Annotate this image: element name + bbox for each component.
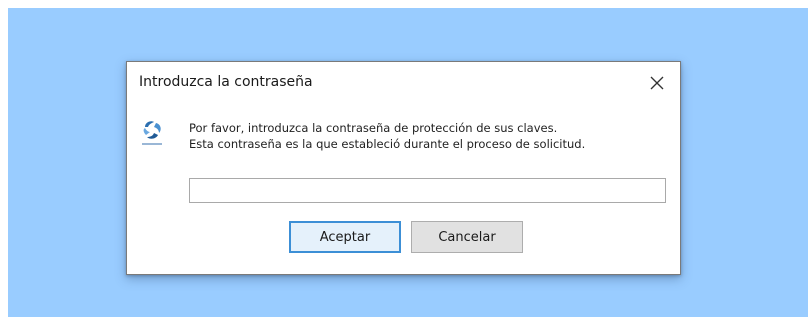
- close-button[interactable]: [642, 70, 672, 96]
- dialog-titlebar: Introduzca la contraseña: [127, 62, 680, 102]
- message-line: Esta contraseña es la que estableció dur…: [189, 137, 586, 151]
- password-input[interactable]: [189, 178, 666, 203]
- accept-button[interactable]: Aceptar: [289, 221, 401, 253]
- password-dialog: Introduzca la contraseña Por favor, intr…: [126, 61, 681, 275]
- dialog-message: Por favor, introduzca la contraseña de p…: [189, 120, 585, 152]
- app-logo-icon: [139, 118, 165, 148]
- dialog-title: Introduzca la contraseña: [139, 74, 313, 90]
- close-icon: [650, 76, 664, 90]
- message-line: Por favor, introduzca la contraseña de p…: [189, 121, 558, 135]
- cancel-button-label: Cancelar: [438, 229, 496, 245]
- cancel-button[interactable]: Cancelar: [411, 221, 523, 253]
- accept-button-label: Aceptar: [319, 229, 371, 245]
